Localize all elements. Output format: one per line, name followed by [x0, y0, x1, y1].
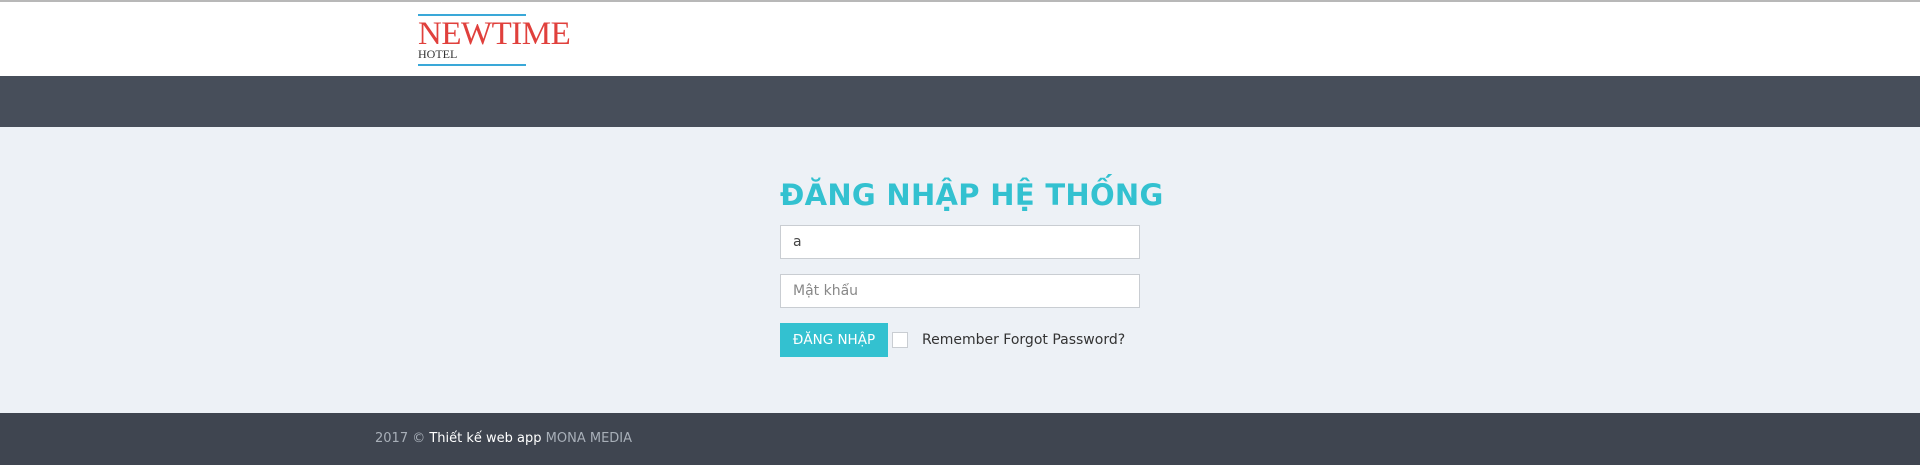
- logo-subtitle: HOTEL: [418, 47, 458, 61]
- footer-brand-link[interactable]: MONA MEDIA: [546, 431, 632, 446]
- remember-label[interactable]: Remember Forgot Password?: [922, 332, 1125, 348]
- login-form: ĐĂNG NHẬP HỆ THỐNG ĐĂNG NHẬP Remember Fo…: [780, 177, 1164, 357]
- logo[interactable]: NEWTIME HOTEL: [418, 14, 571, 66]
- username-input[interactable]: [780, 225, 1140, 259]
- logo-bottom-rule: [418, 64, 526, 66]
- remember-checkbox[interactable]: [892, 332, 908, 348]
- login-actions: ĐĂNG NHẬP Remember Forgot Password?: [780, 323, 1140, 357]
- footer-design-text: Thiết kế web app: [429, 431, 542, 446]
- password-input[interactable]: [780, 274, 1140, 308]
- login-button[interactable]: ĐĂNG NHẬP: [780, 323, 888, 357]
- site-header: NEWTIME HOTEL: [0, 2, 1920, 76]
- login-title: ĐĂNG NHẬP HỆ THỐNG: [780, 178, 1164, 212]
- footer-copyright: 2017 © Thiết kế web app MONA MEDIA: [375, 431, 632, 447]
- main-content: ĐĂNG NHẬP HỆ THỐNG ĐĂNG NHẬP Remember Fo…: [0, 127, 1920, 413]
- nav-bar: [0, 76, 1920, 127]
- site-footer: 2017 © Thiết kế web app MONA MEDIA: [0, 413, 1920, 465]
- footer-year: 2017 ©: [375, 431, 426, 446]
